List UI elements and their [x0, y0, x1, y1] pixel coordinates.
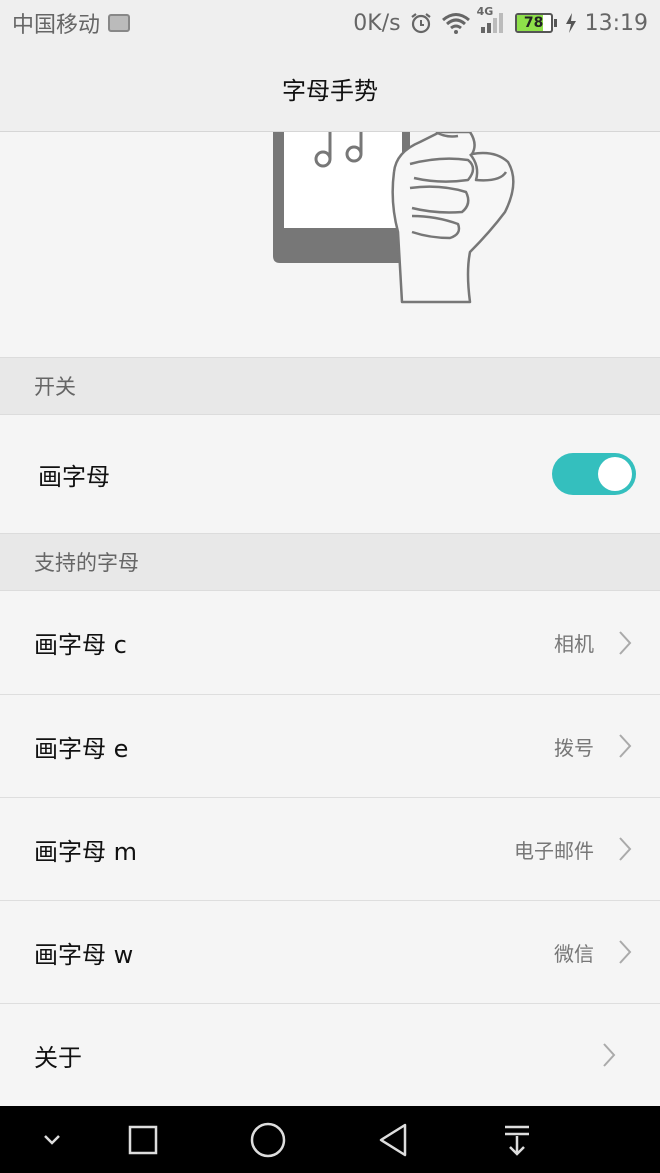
section-header-letters: 支持的字母 [0, 533, 660, 591]
letter-row-value: 微信 [554, 941, 594, 966]
letter-row-label: 画字母 c [34, 631, 127, 659]
chevron-right-icon [614, 628, 636, 658]
notification-pull-icon[interactable] [494, 1106, 540, 1173]
letter-row-label: 画字母 e [34, 734, 129, 763]
status-right: 0K/s 4G 78 13:19 [353, 5, 648, 36]
signal-icon: 4G [477, 5, 507, 35]
back-triangle-icon[interactable] [370, 1106, 416, 1173]
charging-icon [565, 12, 577, 34]
letter-row-value: 拨号 [554, 735, 594, 760]
toggle-knob [598, 457, 632, 491]
network-type: 4G [476, 5, 494, 18]
section-title-letters: 支持的字母 [34, 551, 139, 575]
chevron-right-icon [614, 731, 636, 761]
draw-letter-label: 画字母 [38, 462, 110, 491]
battery-level: 78 [523, 15, 544, 31]
about-label: 关于 [34, 1043, 82, 1072]
carrier-group: 中国移动 [12, 7, 131, 39]
alarm-icon [409, 11, 433, 35]
phone-hand-illustration [273, 132, 515, 304]
carrier-name: 中国移动 [12, 13, 101, 38]
gesture-illustration [0, 132, 660, 357]
wifi-icon [441, 12, 471, 34]
section-title-switch: 开关 [34, 375, 76, 399]
section-header-switch: 开关 [0, 357, 660, 415]
letter-row-c[interactable]: 画字母 c 相机 [0, 591, 660, 695]
image-icon [108, 14, 131, 32]
page-title: 字母手势 [282, 77, 378, 105]
about-row[interactable]: 关于 [0, 1004, 660, 1106]
recents-square-icon[interactable] [120, 1106, 166, 1173]
letter-row-e[interactable]: 画字母 e 拨号 [0, 695, 660, 798]
status-bar: 中国移动 0K/s 4G 78 13:19 [0, 0, 660, 46]
letter-row-label: 画字母 w [34, 940, 134, 969]
letter-row-m[interactable]: 画字母 m 电子邮件 [0, 798, 660, 901]
clock-time: 13:19 [584, 10, 648, 36]
chevron-right-icon [614, 937, 636, 967]
battery-icon: 78 [514, 13, 557, 33]
chevron-right-icon [598, 1040, 620, 1070]
system-navigation-bar [0, 1106, 660, 1173]
title-bar: 字母手势 [0, 46, 660, 132]
draw-letter-toggle-row[interactable]: 画字母 [0, 415, 660, 533]
letter-row-w[interactable]: 画字母 w 微信 [0, 901, 660, 1004]
draw-letter-toggle[interactable] [552, 453, 636, 495]
chevron-right-icon [614, 834, 636, 864]
home-circle-icon[interactable] [245, 1106, 291, 1173]
letter-row-value: 相机 [554, 632, 594, 656]
chevron-down-icon[interactable] [30, 1106, 74, 1173]
letter-row-label: 画字母 m [34, 837, 138, 866]
letter-row-value: 电子邮件 [514, 838, 594, 863]
network-speed: 0K/s [353, 10, 401, 36]
